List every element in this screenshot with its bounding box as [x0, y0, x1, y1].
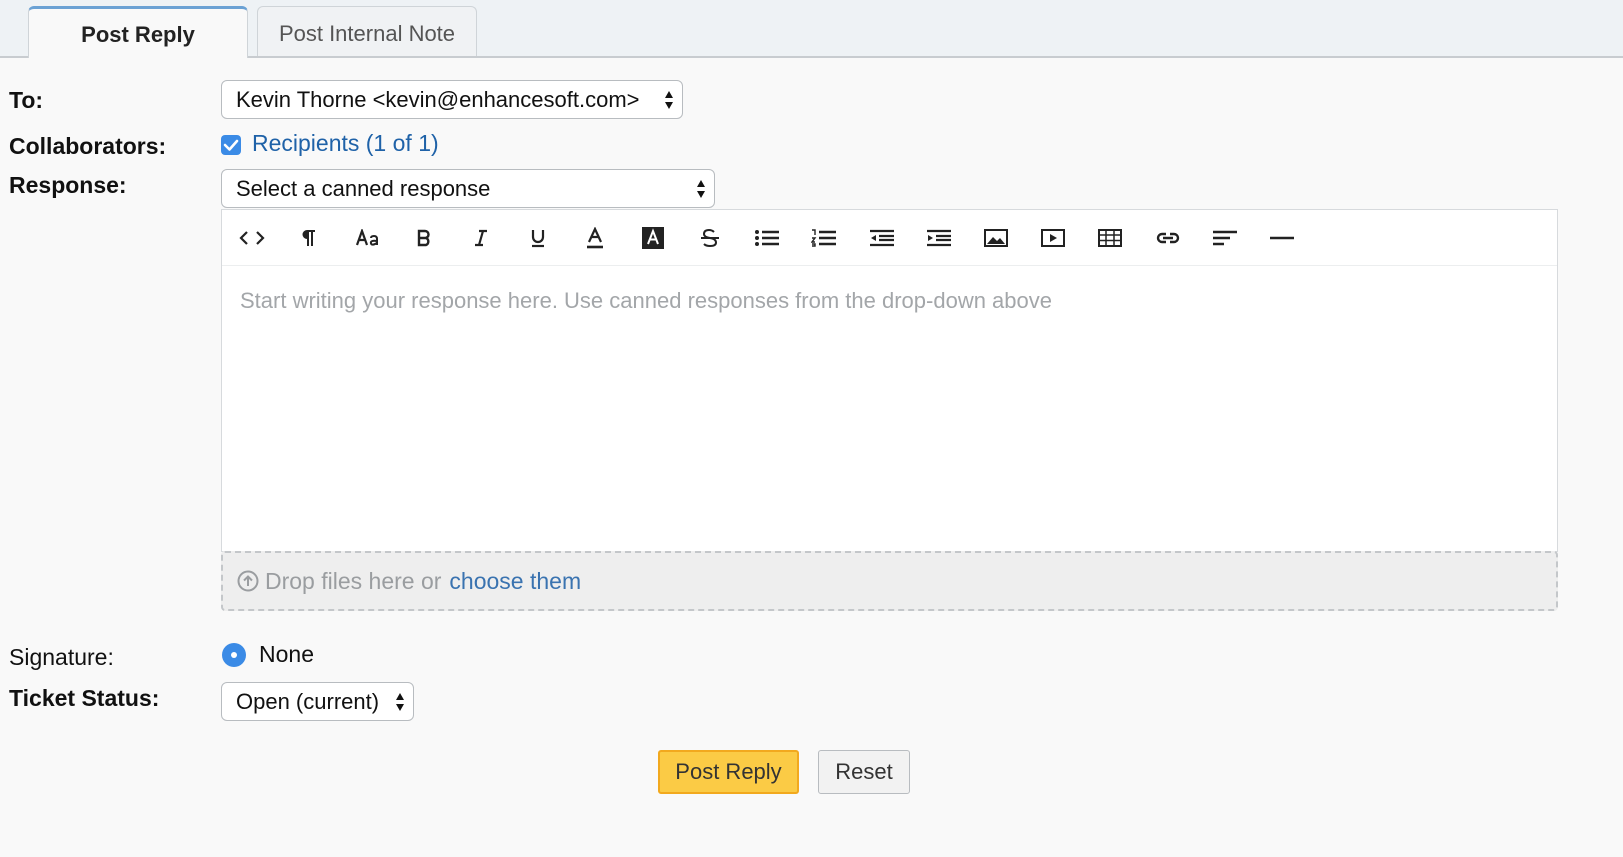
to-select-value: Kevin Thorne <kevin@enhancesoft.com>	[236, 86, 640, 112]
bold-icon[interactable]	[409, 224, 439, 252]
to-label: To:	[9, 87, 44, 113]
indent-icon[interactable]	[924, 224, 954, 252]
signature-label: Signature:	[9, 644, 114, 670]
editor-toolbar	[222, 210, 1557, 266]
strikethrough-icon[interactable]	[695, 224, 725, 252]
ticket-status-value: Open (current)	[236, 688, 380, 714]
checkmark-icon	[223, 139, 239, 151]
select-arrows-icon	[396, 692, 404, 711]
dropzone-text: Drop files here or	[265, 567, 442, 594]
select-arrows-icon	[665, 90, 673, 109]
unordered-list-icon[interactable]	[752, 224, 782, 252]
video-icon[interactable]	[1038, 224, 1068, 252]
response-editor[interactable]: Start writing your response here. Use ca…	[221, 209, 1558, 552]
to-select[interactable]: Kevin Thorne <kevin@enhancesoft.com>	[221, 80, 683, 119]
html-code-icon[interactable]	[237, 224, 267, 252]
tab-bar: Post Reply Post Internal Note	[0, 0, 1623, 58]
tab-post-internal-note[interactable]: Post Internal Note	[257, 6, 477, 56]
image-icon[interactable]	[981, 224, 1011, 252]
horizontal-rule-icon[interactable]	[1267, 224, 1297, 252]
choose-files-link[interactable]: choose them	[449, 568, 581, 595]
collaborators-checkbox[interactable]	[221, 135, 241, 155]
file-dropzone[interactable]: Drop files here or choose them	[221, 551, 1558, 611]
upload-icon	[237, 570, 259, 592]
signature-none-radio[interactable]	[222, 643, 246, 667]
canned-response-value: Select a canned response	[236, 175, 491, 201]
ordered-list-icon[interactable]	[809, 224, 839, 252]
tab-post-reply[interactable]: Post Reply	[28, 6, 248, 58]
paragraph-icon[interactable]	[294, 224, 324, 252]
background-color-icon[interactable]	[638, 224, 668, 252]
collaborators-label: Collaborators:	[9, 133, 167, 159]
underline-icon[interactable]	[523, 224, 553, 252]
post-reply-button[interactable]: Post Reply	[658, 750, 799, 794]
font-color-icon[interactable]	[580, 224, 610, 252]
editor-placeholder: Start writing your response here. Use ca…	[240, 288, 1052, 313]
italic-icon[interactable]	[466, 224, 496, 252]
select-arrows-icon	[697, 179, 705, 198]
link-icon[interactable]	[1153, 224, 1183, 252]
reset-button[interactable]: Reset	[818, 750, 910, 794]
ticket-status-label: Ticket Status:	[9, 685, 160, 711]
canned-response-select[interactable]: Select a canned response	[221, 169, 715, 208]
align-icon[interactable]	[1210, 224, 1240, 252]
signature-none-label: None	[259, 641, 314, 667]
table-icon[interactable]	[1095, 224, 1125, 252]
response-label: Response:	[9, 172, 127, 198]
outdent-icon[interactable]	[867, 224, 897, 252]
font-size-icon[interactable]	[352, 224, 386, 252]
recipients-link[interactable]: Recipients (1 of 1)	[252, 130, 439, 157]
ticket-status-select[interactable]: Open (current)	[221, 682, 414, 721]
